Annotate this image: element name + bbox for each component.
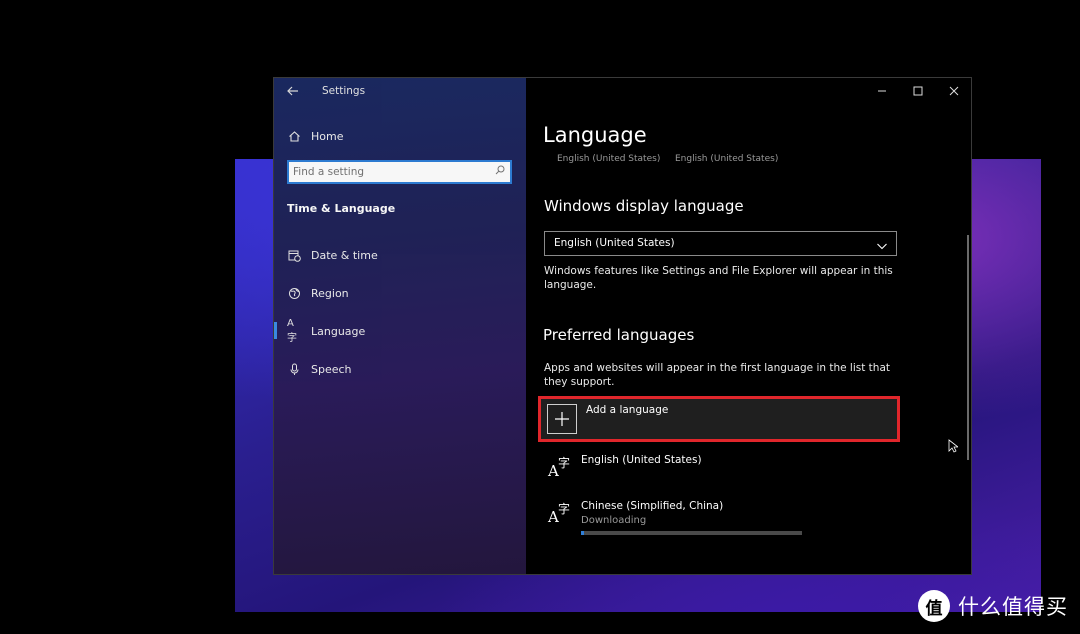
- dropdown-value: English (United States): [554, 237, 675, 249]
- page-title: Language: [543, 123, 647, 147]
- download-progress-fill: [581, 531, 585, 535]
- nav-home-label: Home: [311, 129, 344, 143]
- scrollbar[interactable]: [967, 235, 969, 460]
- back-arrow-icon[interactable]: [286, 84, 302, 100]
- plus-icon: [547, 404, 577, 434]
- calendar-clock-icon: [287, 248, 301, 262]
- sidebar-item-label: Language: [311, 324, 366, 338]
- add-language-label: Add a language: [586, 404, 669, 416]
- watermark-text: 什么值得买: [958, 595, 1068, 619]
- search-input[interactable]: [293, 164, 488, 180]
- display-language-heading: Windows display language: [544, 197, 744, 215]
- sidebar-item-date-time[interactable]: Date & time: [274, 242, 526, 268]
- language-status: Downloading: [581, 515, 647, 526]
- minimize-icon[interactable]: [872, 83, 892, 99]
- language-glyph-icon: A字: [548, 456, 571, 480]
- download-progress-bar: [581, 531, 802, 535]
- language-glyph-icon: A字: [548, 502, 571, 526]
- search-box[interactable]: [287, 160, 512, 184]
- language-icon: A字: [287, 318, 297, 344]
- section-title: Time & Language: [287, 202, 396, 215]
- close-icon[interactable]: [944, 83, 964, 99]
- preferred-languages-heading: Preferred languages: [543, 326, 695, 344]
- display-language-dropdown[interactable]: English (United States): [544, 231, 897, 256]
- subtitle-2: English (United States): [675, 154, 779, 164]
- sidebar-item-label: Speech: [311, 362, 352, 376]
- subtitle-1: English (United States): [557, 154, 661, 164]
- window-title: Settings: [322, 85, 366, 97]
- display-language-description: Windows features like Settings and File …: [544, 265, 893, 291]
- mouse-cursor-icon: [948, 439, 958, 453]
- maximize-icon[interactable]: [908, 83, 928, 99]
- chevron-down-icon: [876, 237, 888, 250]
- sidebar-item-label: Region: [311, 286, 349, 300]
- settings-window: Settings Home Time & Language Date & tim…: [273, 77, 972, 575]
- microphone-icon: [287, 362, 301, 376]
- add-language-button[interactable]: Add a language: [538, 396, 900, 442]
- sidebar: Settings Home Time & Language Date & tim…: [274, 78, 526, 574]
- language-name: English (United States): [581, 454, 702, 466]
- preferred-languages-description: Apps and websites will appear in the fir…: [544, 362, 891, 388]
- home-icon: [287, 129, 301, 143]
- search-icon[interactable]: [495, 165, 505, 178]
- sidebar-item-speech[interactable]: Speech: [274, 356, 526, 382]
- sidebar-item-label: Date & time: [311, 248, 378, 262]
- watermark: 值 什么值得买: [918, 590, 1068, 622]
- language-list-item[interactable]: A字 Chinese (Simplified, China) Downloadi…: [548, 500, 888, 540]
- language-list-item[interactable]: A字 English (United States): [548, 454, 888, 494]
- content-pane: Language English (United States) English…: [526, 78, 971, 574]
- nav-home[interactable]: Home: [274, 123, 526, 149]
- sidebar-item-language[interactable]: A字 Language: [274, 318, 526, 344]
- sidebar-item-region[interactable]: Region: [274, 280, 526, 306]
- language-name: Chinese (Simplified, China): [581, 500, 724, 512]
- watermark-logo: 值: [918, 590, 950, 622]
- globe-icon: [287, 286, 301, 300]
